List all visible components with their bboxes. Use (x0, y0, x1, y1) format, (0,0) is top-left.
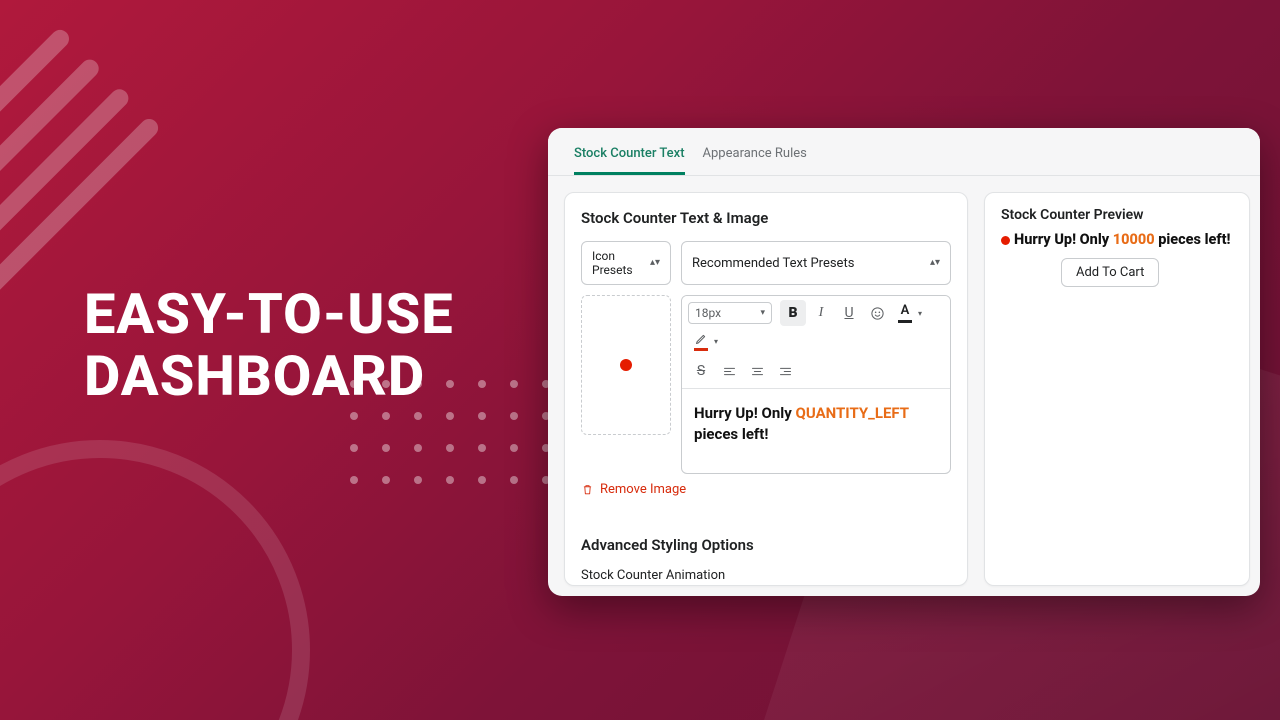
headline: EASY-TO-USE DASHBOARD (84, 284, 454, 407)
headline-line-2: DASHBOARD (84, 346, 454, 408)
italic-button[interactable]: I (808, 300, 834, 326)
font-size-value: 18px (695, 306, 721, 320)
preset-row: Icon Presets ▴▾ Recommended Text Presets… (581, 241, 951, 285)
remove-image-label: Remove Image (600, 482, 686, 497)
smile-icon (870, 306, 885, 321)
rich-text-editor: 18px ▾ B I U A (681, 295, 951, 474)
align-right-button[interactable] (772, 358, 798, 384)
bold-button[interactable]: B (780, 300, 806, 326)
highlighter-icon (694, 331, 709, 346)
settings-card: Stock Counter Text & Image Icon Presets … (564, 192, 968, 586)
tab-stock-counter-text[interactable]: Stock Counter Text (574, 140, 685, 175)
align-left-icon (722, 364, 737, 379)
red-dot-icon (620, 359, 632, 371)
align-left-button[interactable] (716, 358, 742, 384)
preview-line: Hurry Up! Only 10000 pieces left! (1001, 231, 1233, 248)
add-to-cart-button[interactable]: Add To Cart (1061, 258, 1159, 287)
align-center-icon (750, 364, 765, 379)
preview-qty: 10000 (1113, 231, 1155, 248)
icon-presets-label: Icon Presets (592, 249, 650, 277)
align-center-button[interactable] (744, 358, 770, 384)
preview-text-post: pieces left! (1155, 231, 1231, 248)
editor-content[interactable]: Hurry Up! Only QUANTITY_LEFT pieces left… (682, 389, 950, 473)
underline-button[interactable]: U (836, 300, 862, 326)
editor-variable: QUANTITY_LEFT (796, 404, 909, 422)
editor-text-post: pieces left! (694, 425, 768, 443)
remove-image-button[interactable]: Remove Image (581, 482, 686, 497)
strikethrough-button[interactable]: S (688, 358, 714, 384)
chevron-down-icon[interactable]: ▾ (714, 337, 718, 346)
text-color-button[interactable]: A (892, 300, 918, 326)
highlight-color-button[interactable] (688, 328, 714, 354)
dashboard-panel: Stock Counter Text Appearance Rules Stoc… (548, 128, 1260, 596)
animation-label: Stock Counter Animation (581, 568, 951, 583)
text-presets-label: Recommended Text Presets (692, 256, 854, 271)
emoji-button[interactable] (864, 300, 890, 326)
preview-card: Stock Counter Preview Hurry Up! Only 100… (984, 192, 1250, 586)
editor-toolbar: 18px ▾ B I U A (682, 296, 950, 389)
marketing-stage: EASY-TO-USE DASHBOARD Stock Counter Text… (0, 0, 1280, 720)
font-size-select[interactable]: 18px ▾ (688, 302, 772, 324)
chevron-down-icon: ▾ (760, 308, 765, 318)
decor-circle (0, 440, 310, 720)
icon-presets-select[interactable]: Icon Presets ▴▾ (581, 241, 671, 285)
panel-body: Stock Counter Text & Image Icon Presets … (548, 176, 1260, 596)
section-title-advanced: Advanced Styling Options (581, 536, 951, 554)
editor-text-pre: Hurry Up! Only (694, 404, 796, 422)
red-dot-icon (1001, 236, 1010, 245)
advanced-styling-section: Advanced Styling Options Stock Counter A… (565, 520, 967, 586)
align-right-icon (778, 364, 793, 379)
select-caret-icon: ▴▾ (650, 258, 660, 268)
editor-row: 18px ▾ B I U A (581, 295, 951, 474)
tabs: Stock Counter Text Appearance Rules (548, 128, 1260, 176)
tab-appearance-rules[interactable]: Appearance Rules (703, 140, 807, 175)
section-title-text-image: Stock Counter Text & Image (581, 209, 951, 227)
text-image-section: Stock Counter Text & Image Icon Presets … (565, 193, 967, 516)
image-dropzone[interactable] (581, 295, 671, 435)
trash-icon (581, 483, 594, 496)
text-presets-select[interactable]: Recommended Text Presets ▴▾ (681, 241, 951, 285)
preview-text-pre: Hurry Up! Only (1014, 231, 1113, 248)
preview-title: Stock Counter Preview (1001, 207, 1233, 223)
chevron-down-icon[interactable]: ▾ (918, 309, 922, 318)
headline-line-1: EASY-TO-USE (84, 284, 454, 346)
select-caret-icon: ▴▾ (930, 258, 940, 268)
